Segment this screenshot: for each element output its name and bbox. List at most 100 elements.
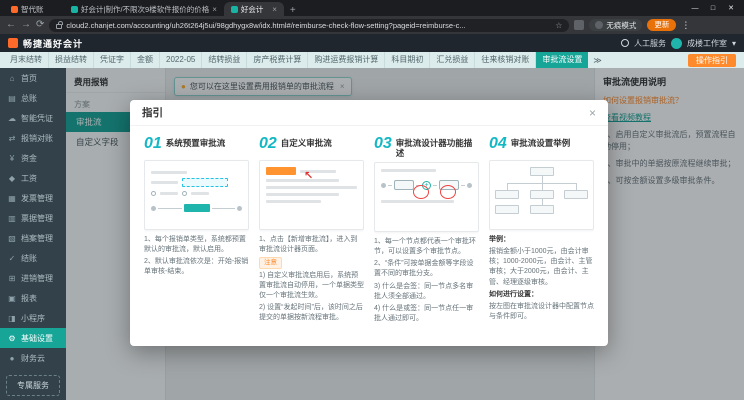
- tab-close-icon[interactable]: ×: [212, 5, 217, 14]
- modal-body: 01 系统预置审批流 1、每个报销单类型，系统都预置默认的审批流，默认启用。2、…: [130, 126, 608, 346]
- browser-update-button[interactable]: 更新: [647, 19, 676, 31]
- page-tab[interactable]: 购进运费报销计算: [308, 52, 385, 68]
- sidebar-item-首页[interactable]: ⌂首页: [0, 68, 66, 88]
- incognito-badge: 无痕模式: [589, 19, 642, 31]
- sidebar-item-小程序[interactable]: ◨小程序: [0, 308, 66, 328]
- app-logo-icon: [8, 38, 18, 48]
- step-number: 03: [374, 136, 392, 151]
- sidebar-item-票据管理[interactable]: ▥票据管理: [0, 208, 66, 228]
- sidebar-item-财务云[interactable]: ●财务云: [0, 348, 66, 368]
- browser-tab[interactable]: 好会计|制作/不限次9楼软件报价的价格×: [64, 2, 224, 16]
- sidebar-item-label: 票据管理: [21, 213, 53, 224]
- step-description-line: 1、点击【新增审批流】，进入到审批流设计器页面。: [259, 235, 364, 255]
- account-label[interactable]: 成楼工作室: [687, 38, 727, 49]
- page-tabs: 月末结转损益结转凭证字金额2022-05结转损益房产税费计算购进运费报销计算科目…: [4, 52, 588, 68]
- app-logo-text: 畅捷通好会计: [23, 37, 83, 50]
- sidebar-item-label: 总账: [21, 93, 37, 104]
- page-tab[interactable]: 科目期初: [385, 52, 430, 68]
- avatar[interactable]: [671, 38, 682, 49]
- sidebar-item-icon: ▣: [7, 294, 17, 303]
- sidebar-item-label: 报表: [21, 293, 37, 304]
- step-description-line: 3) 什么是会签：同一节点多名审批人须全部通过。: [374, 282, 479, 302]
- flow-example-illustration: [489, 160, 594, 230]
- step-description-line: 1、每一个节点都代表一个审批环节，可以设置多个审批节点。: [374, 237, 479, 257]
- red-highlight-ring: [413, 185, 429, 199]
- step-description-line: 1、每个报销单类型，系统都预置默认的审批流，默认启用。: [144, 235, 249, 255]
- guide-step-1: 01 系统预置审批流 1、每个报销单类型，系统都预置默认的审批流，默认启用。2、…: [144, 136, 249, 336]
- browser-tab[interactable]: 好会计×: [224, 2, 284, 16]
- step-description-line: 举例：: [489, 235, 594, 245]
- page-tab[interactable]: 往来核销对账: [475, 52, 536, 68]
- guide-step-2: 02 自定义审批流 ↖ 1、点击【新增审批流】，进入到审批流设计器页面。注意1)…: [259, 136, 364, 336]
- sidebar-item-label: 财务云: [21, 353, 45, 364]
- page-tabbar: 月末结转损益结转凭证字金额2022-05结转损益房产税费计算购进运费报销计算科目…: [0, 52, 744, 68]
- page-tab[interactable]: 房产税费计算: [247, 52, 308, 68]
- tab-close-icon[interactable]: ×: [272, 5, 277, 14]
- minimize-icon[interactable]: —: [686, 0, 704, 16]
- step-description-line: 注意: [259, 257, 282, 268]
- sidebar-item-总账[interactable]: ▤ 总账: [0, 88, 66, 108]
- tab-title: 好会计: [241, 4, 269, 15]
- sidebar-item-报表[interactable]: ▣ 报表: [0, 288, 66, 308]
- page-tab[interactable]: 2022-05: [160, 52, 202, 68]
- chevron-down-icon[interactable]: ▾: [732, 39, 736, 48]
- page-tab[interactable]: 金额: [131, 52, 160, 68]
- step-description-line: 2、默认审批流依次是：开始-报销单审核-结束。: [144, 257, 249, 277]
- incognito-label: 无痕模式: [606, 20, 636, 31]
- tabs-overflow-icon[interactable]: ≫: [588, 56, 606, 65]
- sidebar-item-icon: ▤: [7, 94, 17, 103]
- url-text: cloud2.chanjet.com/accounting/uh26t264j5…: [66, 21, 551, 30]
- maximize-icon[interactable]: □: [704, 0, 722, 16]
- app-topbar: 畅捷通好会计 人工服务 成楼工作室 ▾: [0, 34, 744, 52]
- step-description-line: 1) 自定义审批流启用后，系统预置审批流自动停用，一个单据类型仅一个审批流生效。: [259, 271, 364, 301]
- new-tab-button[interactable]: +: [284, 5, 302, 16]
- forward-icon[interactable]: →: [21, 20, 31, 30]
- sidebar-item-工资[interactable]: ◆工资: [0, 168, 66, 188]
- step-title: 系统预置审批流: [166, 136, 226, 148]
- sidebar-item-icon: ⚙: [7, 334, 17, 343]
- sidebar-item-结账[interactable]: ✓结账: [0, 248, 66, 268]
- page-tab[interactable]: 损益结转: [49, 52, 94, 68]
- tab-title: 好会计|制作/不限次9楼软件报价的价格: [81, 4, 209, 15]
- guide-button[interactable]: 操作指引: [688, 54, 736, 67]
- page-tab[interactable]: 凭证字: [94, 52, 131, 68]
- page-tab[interactable]: 月末结转: [4, 52, 49, 68]
- modal-close-icon[interactable]: ×: [589, 107, 596, 119]
- bookmark-star-icon[interactable]: ☆: [555, 21, 562, 30]
- step-description-line: 2、“条件”可按单据金额等字段设置不同的审批分支。: [374, 259, 479, 279]
- browser-tab[interactable]: 智代账: [4, 2, 64, 16]
- page-tab[interactable]: 审批流设置: [536, 52, 588, 68]
- sidebar-promo[interactable]: 专属服务: [6, 375, 60, 396]
- sidebar-item-档案管理[interactable]: ▧档案管理: [0, 228, 66, 248]
- step-description-line: 2) 设置“发起时间”后，该时间之后提交的单据按新流程审批。: [259, 303, 364, 323]
- extensions-icon[interactable]: [574, 20, 584, 30]
- sidebar-item-label: 报销对账: [21, 133, 53, 144]
- lock-icon: [56, 24, 62, 29]
- tab-title: 智代账: [21, 4, 57, 15]
- step-description-line: 4) 什么是或签：同一节点任一审批人通过即可。: [374, 304, 479, 324]
- step-description-line: 按左图在审批流设计器中配置节点与条件即可。: [489, 302, 594, 322]
- step-title: 自定义审批流: [281, 136, 332, 148]
- page-tab[interactable]: 汇兑损益: [430, 52, 475, 68]
- modal-header: 指引 ×: [130, 100, 608, 126]
- url-bar[interactable]: cloud2.chanjet.com/accounting/uh26t264j5…: [49, 19, 569, 32]
- close-icon[interactable]: ✕: [722, 0, 740, 16]
- page-tab[interactable]: 结转损益: [202, 52, 247, 68]
- step-number: 04: [489, 136, 507, 151]
- browser-menu-icon[interactable]: ⋮: [681, 20, 690, 31]
- sidebar-item-进销管理[interactable]: ⊞进销管理: [0, 268, 66, 288]
- reload-icon[interactable]: ⟳: [36, 20, 44, 30]
- sidebar-item-报销对账[interactable]: ⇄报销对账: [0, 128, 66, 148]
- sidebar-item-icon: ⌂: [7, 74, 17, 83]
- sidebar-item-基础设置[interactable]: ⚙基础设置: [0, 328, 66, 348]
- sidebar-item-icon: ✓: [7, 254, 17, 263]
- service-link[interactable]: 人工服务: [634, 38, 666, 49]
- sidebar-item-发票管理[interactable]: ▦发票管理: [0, 188, 66, 208]
- back-icon[interactable]: ←: [6, 20, 16, 30]
- custom-flow-illustration: ↖: [259, 160, 364, 230]
- sidebar: ⌂首页 ▤ 总账 ☁智能凭证⇄报销对账¥资金◆工资▦发票管理▥票据管理▧档案管理✓结账…: [0, 68, 66, 400]
- sidebar-item-智能凭证[interactable]: ☁智能凭证: [0, 108, 66, 128]
- sidebar-item-资金[interactable]: ¥资金: [0, 148, 66, 168]
- workspace: ⌂首页 ▤ 总账 ☁智能凭证⇄报销对账¥资金◆工资▦发票管理▥票据管理▧档案管理✓结账…: [0, 68, 744, 400]
- sidebar-item-icon: ▧: [7, 234, 17, 243]
